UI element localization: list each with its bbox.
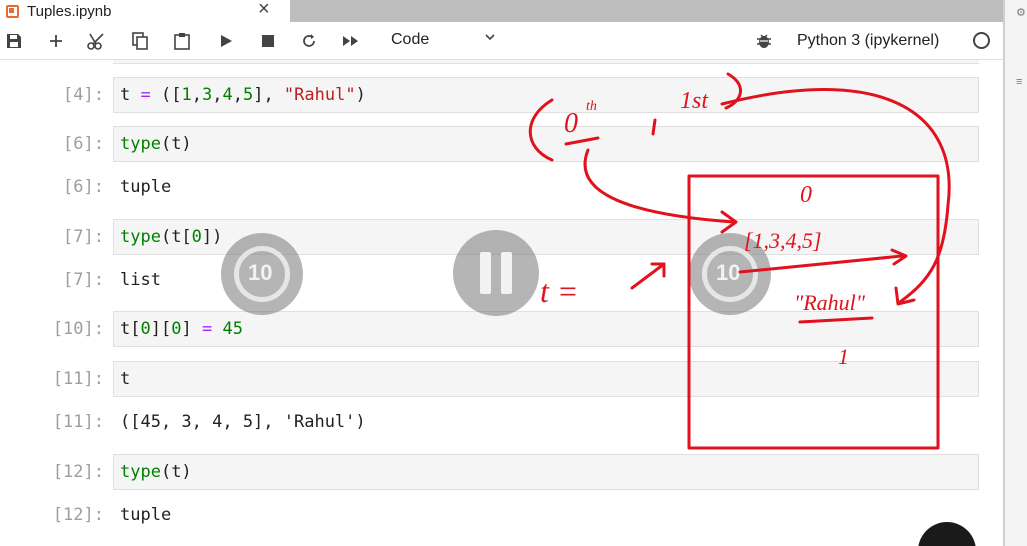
arrow-to-list [583,148,736,224]
list-literal: [1,3,4,5] [744,228,822,253]
t-pointer-arrow [630,262,666,290]
string-literal: "Rahul" [794,290,866,315]
comma-stroke [651,118,657,136]
list-underline [738,254,904,274]
arrow-head [894,286,916,306]
box-bottom-index: 1 [838,344,849,369]
open-paren-stroke [528,98,554,162]
index-zero-superscript: th [586,99,597,114]
index-one-text: 1st [680,88,709,114]
string-underline [798,316,874,324]
variable-label: t = [540,273,578,309]
box-top-index: 0 [800,182,812,208]
index-zero-text: 0 [564,108,578,139]
handwritten-annotation: 0 th 1st t = 0 [1,3,4,5] "Rahul" 1 [528,72,951,450]
